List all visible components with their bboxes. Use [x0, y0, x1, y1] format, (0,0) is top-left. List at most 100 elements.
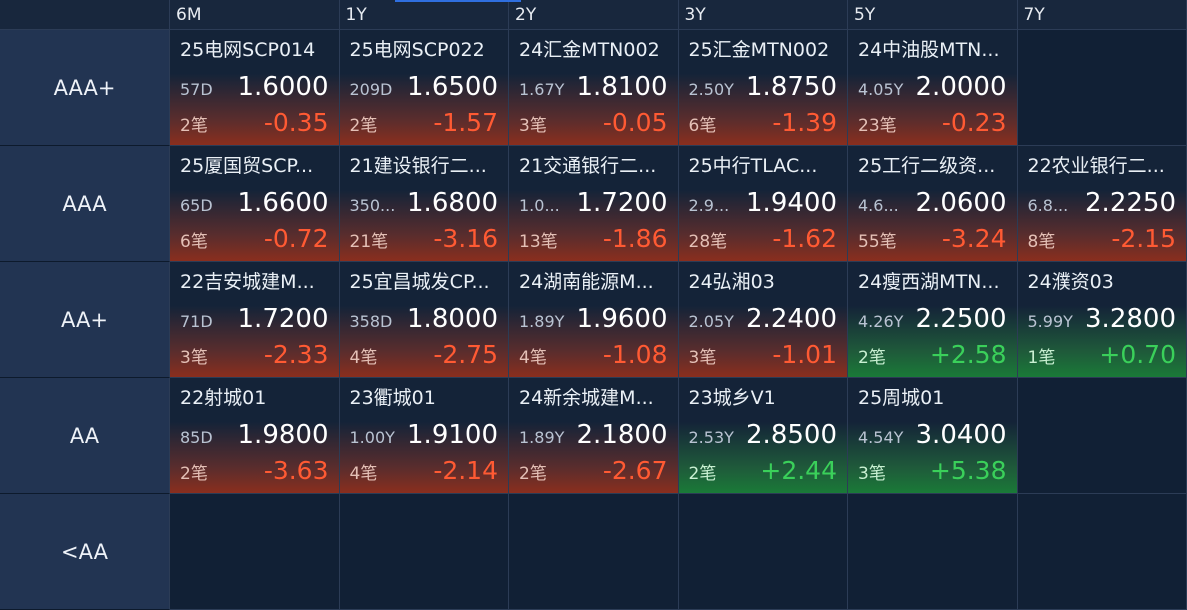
- remaining-term: 65D: [180, 196, 213, 215]
- bond-quote-cell[interactable]: 25汇金MTN002 2.50Y 1.8750 6笔 -1.39: [678, 30, 848, 146]
- rating-label[interactable]: AA+: [0, 262, 170, 378]
- trade-count: 28笔: [688, 232, 728, 252]
- trade-count: 8笔: [1027, 232, 1056, 252]
- bond-name: 25厦国贸SCP...: [180, 155, 314, 177]
- rating-label[interactable]: AAA+: [0, 30, 170, 146]
- yield-value: 2.2400: [746, 304, 837, 334]
- bond-quote-cell[interactable]: 25周城01 4.54Y 3.0400 3笔 +5.38: [848, 378, 1018, 494]
- bond-name: 21交通银行二...: [519, 155, 657, 177]
- bp-change: +2.44: [760, 456, 837, 485]
- yield-value: 1.8750: [746, 72, 837, 102]
- bond-name: 24中油股MTN...: [858, 39, 1000, 61]
- yield-value: 2.8500: [746, 420, 837, 450]
- active-tab-indicator: [395, 0, 521, 2]
- bond-quote-cell[interactable]: 23城乡V1 2.53Y 2.8500 2笔 +2.44: [678, 378, 848, 494]
- bp-change: -2.15: [1111, 224, 1176, 253]
- remaining-term: 2.05Y: [688, 312, 734, 331]
- bond-quote-cell[interactable]: 25工行二级资... 4.6... 2.0600 55笔 -3.24: [848, 146, 1018, 262]
- trade-count: 6笔: [688, 116, 717, 136]
- bp-change: -2.14: [433, 456, 498, 485]
- bond-name: 23城乡V1: [688, 387, 776, 409]
- yield-value: 1.6800: [407, 188, 498, 218]
- bp-change: -0.35: [263, 108, 329, 137]
- yield-value: 3.0400: [915, 420, 1007, 450]
- remaining-term: 2.50Y: [688, 80, 734, 99]
- tenor-header-3y[interactable]: 3Y: [678, 0, 848, 30]
- bond-name: 25电网SCP014: [180, 39, 316, 61]
- trade-count: 2笔: [180, 116, 208, 136]
- trade-count: 2笔: [349, 116, 378, 136]
- remaining-term: 5.99Y: [1027, 312, 1073, 331]
- bond-quote-cell[interactable]: 22射城01 85D 1.9800 2笔 -3.63: [170, 378, 340, 494]
- tenor-header-6m[interactable]: 6M: [170, 0, 340, 30]
- bond-name: 25中行TLAC...: [688, 155, 818, 177]
- bond-quote-cell[interactable]: 24新余城建M... 1.89Y 2.1800 2笔 -2.67: [509, 378, 679, 494]
- tenor-header-7y[interactable]: 7Y: [1017, 0, 1187, 30]
- rating-label[interactable]: AA: [0, 378, 170, 494]
- tenor-header-5y[interactable]: 5Y: [848, 0, 1018, 30]
- bond-quote-cell[interactable]: 25宜昌城发CP... 358D 1.8000 4笔 -2.75: [339, 262, 509, 378]
- yield-value: 1.8100: [576, 72, 668, 102]
- bp-change: +5.38: [929, 456, 1007, 485]
- bond-quote-cell[interactable]: 23衢城01 1.00Y 1.9100 4笔 -2.14: [339, 378, 509, 494]
- bond-quote-cell[interactable]: 25中行TLAC... 2.9... 1.9400 28笔 -1.62: [678, 146, 848, 262]
- bond-name: 24汇金MTN002: [519, 39, 660, 61]
- bond-quote-cell[interactable]: 24弘湘03 2.05Y 2.2400 3笔 -1.01: [678, 262, 848, 378]
- bond-name: 24新余城建M...: [519, 387, 654, 409]
- yield-value: 2.0600: [915, 188, 1007, 218]
- trade-count: 2笔: [519, 464, 547, 484]
- bp-change: -1.01: [772, 340, 837, 369]
- bond-quote-cell[interactable]: 24中油股MTN... 4.05Y 2.0000 23笔 -0.23: [848, 30, 1018, 146]
- bond-quote-cell[interactable]: 24瘦西湖MTN... 4.26Y 2.2500 2笔 +2.58: [848, 262, 1018, 378]
- bond-name: 25宜昌城发CP...: [349, 271, 490, 293]
- bp-change: -1.62: [772, 224, 837, 253]
- bond-quote-cell[interactable]: 21建设银行二... 350... 1.6800 21笔 -3.16: [339, 146, 509, 262]
- yield-value: 2.0000: [915, 72, 1007, 102]
- remaining-term: 2.9...: [688, 196, 730, 215]
- bp-change: -1.57: [433, 108, 498, 137]
- yield-value: 1.9100: [407, 420, 498, 450]
- yield-value: 1.8000: [407, 304, 498, 334]
- trade-count: 2笔: [180, 464, 208, 484]
- bp-change: -2.67: [602, 456, 668, 485]
- trade-count: 2笔: [858, 348, 886, 368]
- bp-change: -0.05: [602, 108, 668, 137]
- empty-cell: [1017, 30, 1187, 146]
- bond-quote-cell[interactable]: 24濮资03 5.99Y 3.2800 1笔 +0.70: [1017, 262, 1187, 378]
- bond-quote-cell[interactable]: 25电网SCP022 209D 1.6500 2笔 -1.57: [339, 30, 509, 146]
- bond-name: 24瘦西湖MTN...: [858, 271, 1000, 293]
- trade-count: 55笔: [858, 232, 897, 252]
- tenor-header-2y[interactable]: 2Y: [509, 0, 679, 30]
- rating-label[interactable]: <AA: [0, 494, 170, 610]
- bond-quote-cell[interactable]: 22农业银行二... 6.8... 2.2250 8笔 -2.15: [1017, 146, 1187, 262]
- yield-value: 2.2500: [915, 304, 1007, 334]
- remaining-term: 71D: [180, 312, 213, 331]
- remaining-term: 4.26Y: [858, 312, 904, 331]
- bp-change: -1.39: [772, 108, 837, 137]
- trade-count: 3笔: [519, 116, 547, 136]
- tenor-header-1y[interactable]: 1Y: [339, 0, 509, 30]
- rating-label[interactable]: AAA: [0, 146, 170, 262]
- bp-change: -0.72: [263, 224, 329, 253]
- remaining-term: 1.67Y: [519, 80, 565, 99]
- bond-quote-cell[interactable]: 21交通银行二... 1.0... 1.7200 13笔 -1.86: [509, 146, 679, 262]
- bp-change: -2.75: [433, 340, 498, 369]
- bond-quote-cell[interactable]: 24湖南能源M... 1.89Y 1.9600 4笔 -1.08: [509, 262, 679, 378]
- bp-change: -1.08: [602, 340, 668, 369]
- remaining-term: 4.6...: [858, 196, 899, 215]
- bond-quote-cell[interactable]: 22吉安城建M... 71D 1.7200 3笔 -2.33: [170, 262, 340, 378]
- bond-quote-cell[interactable]: 24汇金MTN002 1.67Y 1.8100 3笔 -0.05: [509, 30, 679, 146]
- bond-quote-cell[interactable]: 25电网SCP014 57D 1.6000 2笔 -0.35: [170, 30, 340, 146]
- remaining-term: 1.89Y: [519, 312, 565, 331]
- bond-quote-cell[interactable]: 25厦国贸SCP... 65D 1.6600 6笔 -0.72: [170, 146, 340, 262]
- bond-name: 22农业银行二...: [1027, 155, 1165, 177]
- trade-count: 13笔: [519, 232, 558, 252]
- remaining-term: 85D: [180, 428, 213, 447]
- bp-change: -3.63: [263, 456, 329, 485]
- bond-name: 24濮资03: [1027, 271, 1114, 293]
- bond-name: 23衢城01: [349, 387, 436, 409]
- remaining-term: 350...: [349, 196, 396, 215]
- trade-count: 3笔: [180, 348, 208, 368]
- empty-cell: [170, 494, 340, 610]
- trade-count: 23笔: [858, 116, 897, 136]
